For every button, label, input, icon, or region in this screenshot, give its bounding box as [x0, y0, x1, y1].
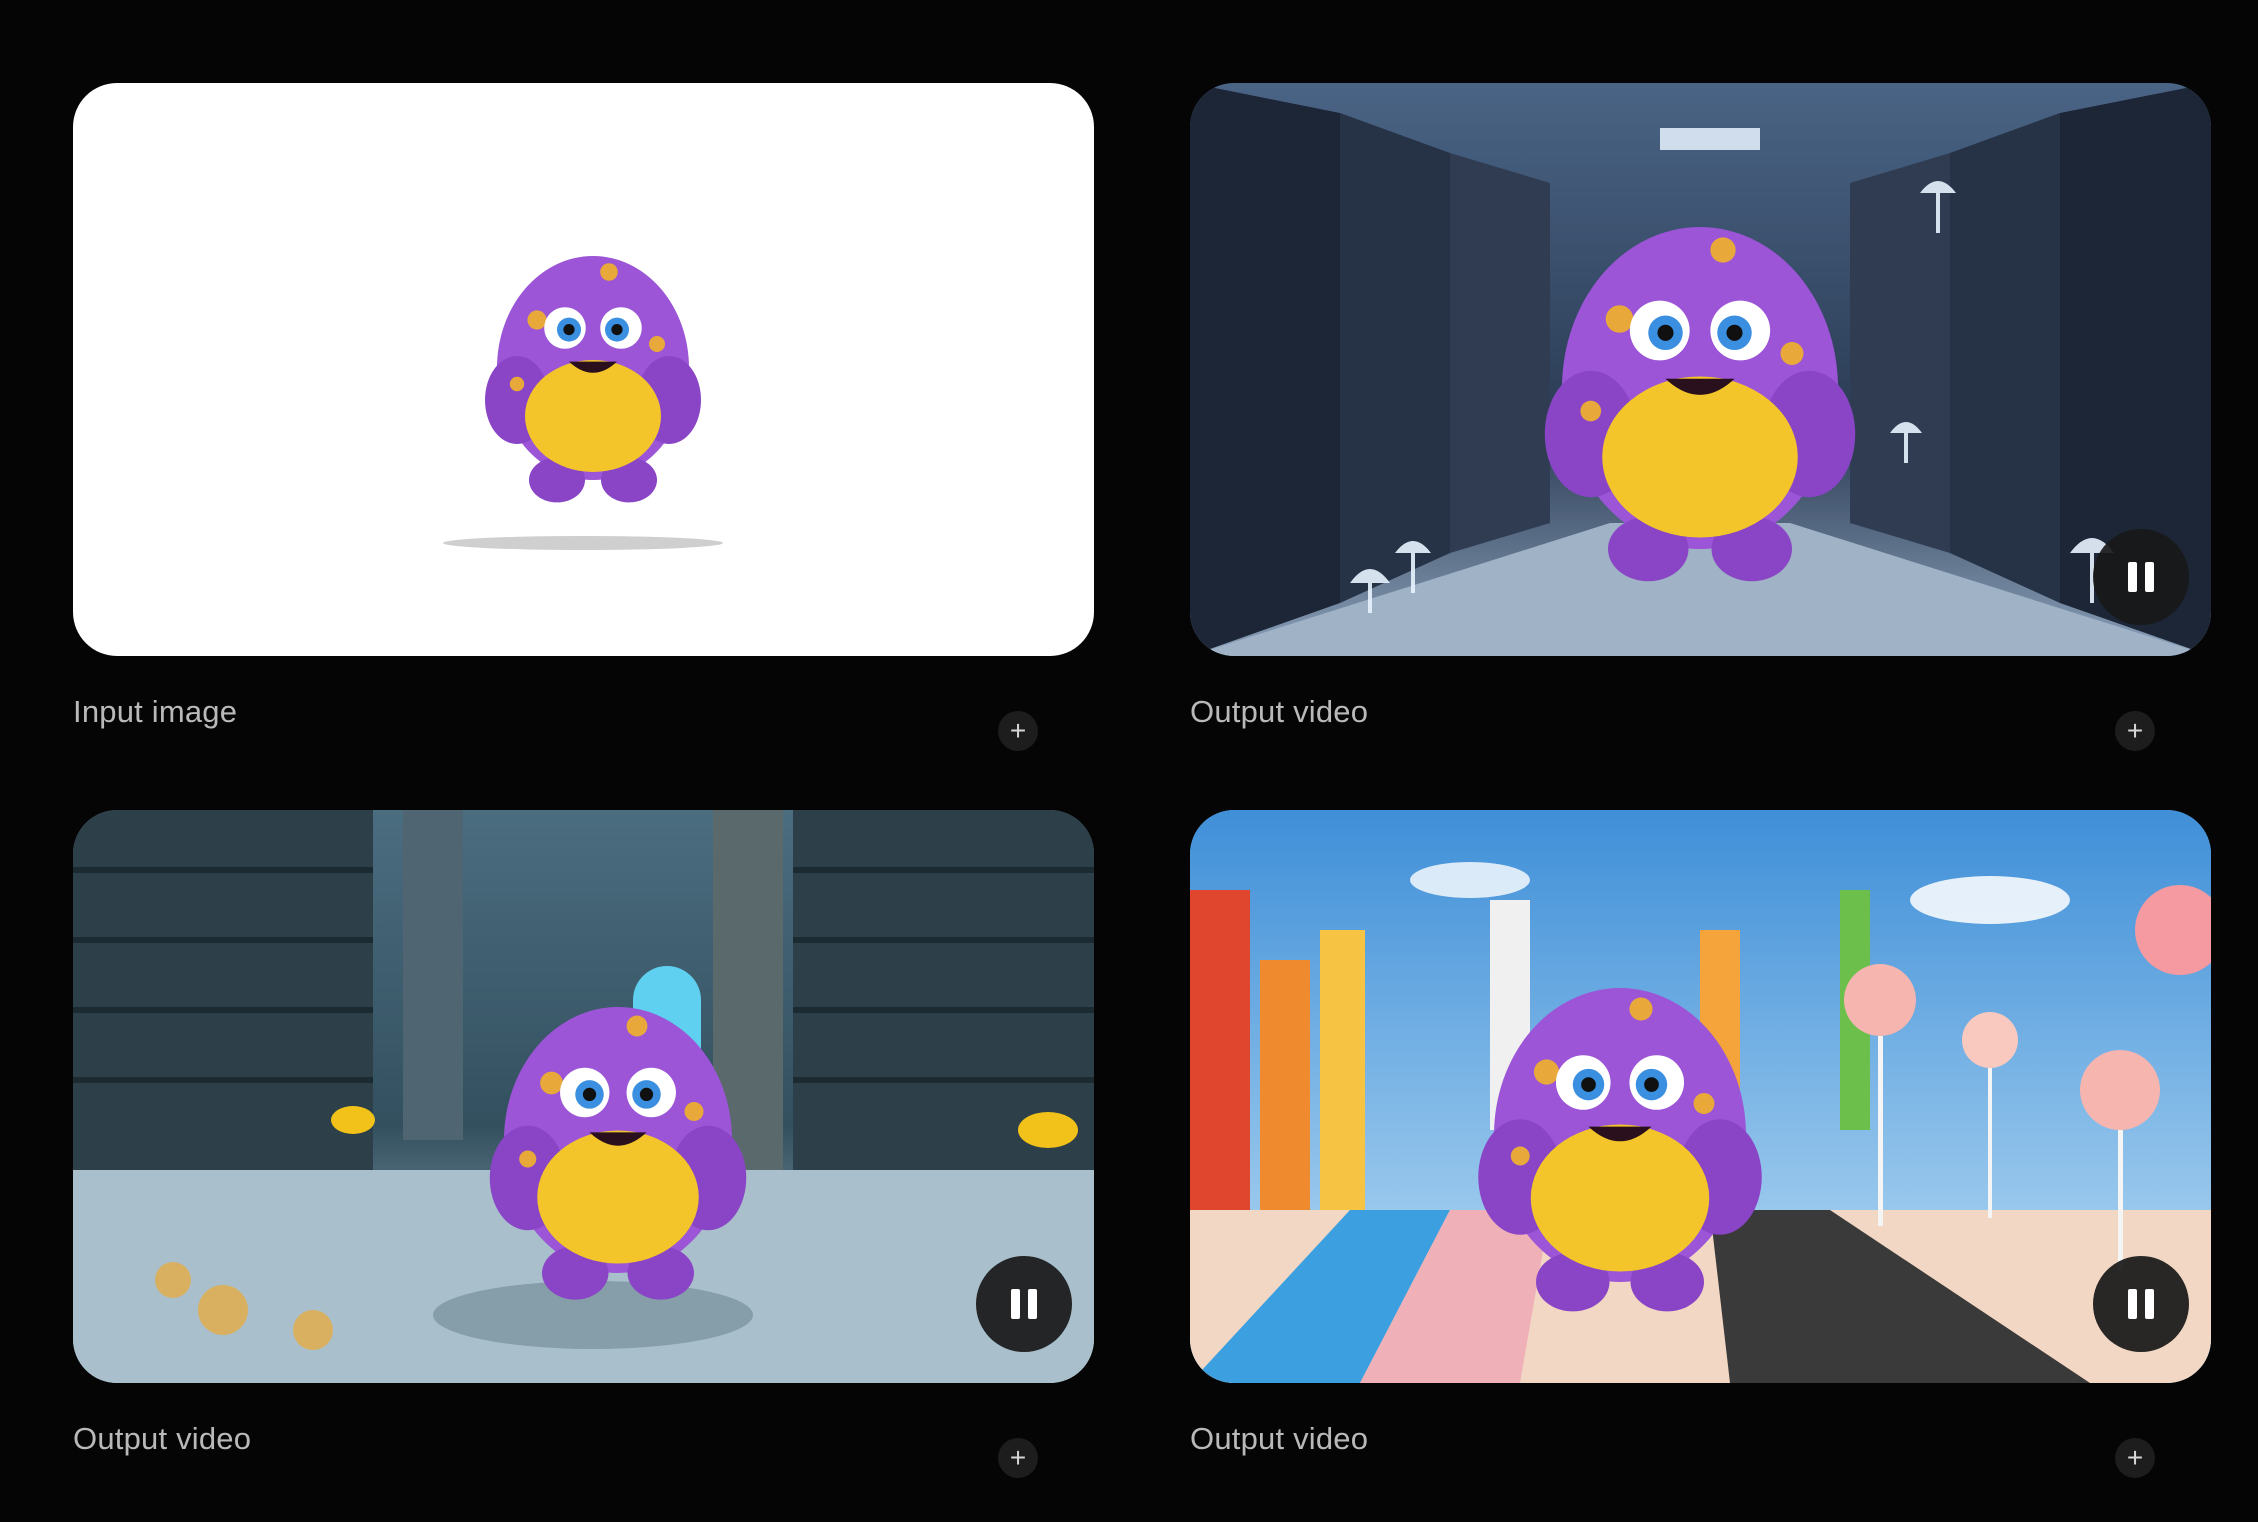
pause-icon[interactable]: [2093, 1256, 2189, 1352]
server-room-scene: [1190, 83, 2211, 656]
plus-icon[interactable]: +: [998, 1438, 1038, 1478]
plus-icon[interactable]: +: [2115, 1438, 2155, 1478]
card-caption: Output video: [73, 1421, 252, 1456]
input-image-frame[interactable]: [73, 83, 1094, 656]
plus-icon[interactable]: +: [2115, 711, 2155, 751]
card-caption: Input image: [73, 694, 238, 729]
output-video-frame[interactable]: [1190, 810, 2211, 1383]
pause-icon[interactable]: [976, 1256, 1072, 1352]
plus-icon[interactable]: +: [998, 711, 1038, 751]
card-caption: Output video: [1190, 694, 1369, 729]
output-video-frame[interactable]: [1190, 83, 2211, 656]
card-caption: Output video: [1190, 1421, 1369, 1456]
pause-icon[interactable]: [2093, 529, 2189, 625]
monster-image: [443, 256, 723, 550]
candy-land-scene: [1190, 810, 2211, 1383]
output-video-frame[interactable]: [73, 810, 1094, 1383]
underwater-library-scene: [73, 810, 1094, 1383]
